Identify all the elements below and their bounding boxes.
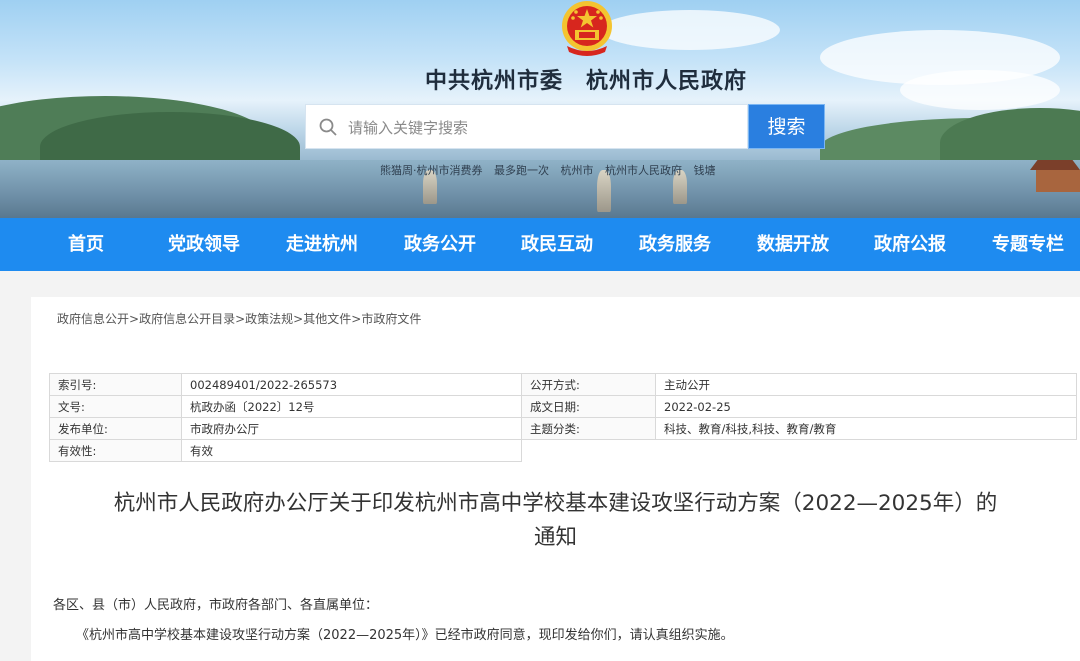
search-box[interactable]: [305, 104, 748, 149]
breadcrumb-separator: >: [235, 312, 246, 326]
document-body-paragraph: 《杭州市高中学校基本建设攻坚行动方案（2022—2025年）》已经市政府同意，现…: [76, 628, 734, 643]
table-row: 发布单位: 市政府办公厅 主题分类: 科技、教育/科技,科技、教育/教育: [49, 417, 1077, 440]
table-row: 有效性: 有效: [49, 439, 1077, 462]
info-value: 杭政办函〔2022〕12号: [181, 395, 522, 418]
nav-item-gazette[interactable]: 政府公报: [874, 218, 946, 271]
info-key: 主题分类:: [521, 417, 656, 440]
document-title-line: 通知: [533, 525, 577, 550]
national-emblem-icon: [562, 1, 612, 56]
info-key: 索引号:: [49, 373, 182, 396]
info-key: 文号:: [49, 395, 182, 418]
hot-links: 熊猫周·杭州市消费券 最多跑一次 杭州市 杭州市人民政府 钱塘: [380, 162, 724, 178]
search-icon: [319, 118, 337, 136]
info-value: 有效: [181, 439, 522, 462]
table-row: 文号: 杭政办函〔2022〕12号 成文日期: 2022-02-25: [49, 395, 1077, 418]
content-panel: 政府信息公开>政府信息公开目录>政策法规>其他文件>市政府文件 索引号: 002…: [31, 297, 1080, 661]
header-banner: 中共杭州市委 杭州市人民政府 搜索 熊猫周·杭州市消费券 最多跑一次 杭州市 杭…: [0, 0, 1080, 218]
breadcrumb-separator: >: [129, 312, 140, 326]
document-info-table: 索引号: 002489401/2022-265573 公开方式: 主动公开 文号…: [49, 373, 1077, 462]
document-title: 杭州市人民政府办公厅关于印发杭州市高中学校基本建设攻坚行动方案（2022—202…: [31, 487, 1080, 555]
info-key: 成文日期:: [521, 395, 656, 418]
nav-item-home[interactable]: 首页: [68, 218, 104, 271]
info-key: 公开方式:: [521, 373, 656, 396]
breadcrumb-item[interactable]: 政策法规: [245, 312, 293, 326]
hot-link[interactable]: 杭州市: [561, 164, 594, 177]
breadcrumb-item[interactable]: 其他文件: [303, 312, 351, 326]
info-key: 发布单位:: [49, 417, 182, 440]
hot-link[interactable]: 杭州市人民政府: [605, 164, 682, 177]
site-title: 中共杭州市委 杭州市人民政府: [424, 68, 747, 94]
document-title-line: 杭州市人民政府办公厅关于印发杭州市高中学校基本建设攻坚行动方案（2022—202…: [113, 491, 998, 516]
info-value: 市政府办公厅: [181, 417, 522, 440]
cloud-decoration: [600, 10, 780, 50]
table-row: 索引号: 002489401/2022-265573 公开方式: 主动公开: [49, 373, 1077, 396]
nav-item-special-topics[interactable]: 专题专栏: [992, 218, 1064, 271]
breadcrumb-separator: >: [293, 312, 304, 326]
hot-link[interactable]: 最多跑一次: [494, 164, 549, 177]
nav-item-interaction[interactable]: 政民互动: [521, 218, 593, 271]
info-value: 主动公开: [655, 373, 1077, 396]
breadcrumb-item[interactable]: 政府信息公开: [57, 312, 129, 326]
info-value: 002489401/2022-265573: [181, 373, 522, 396]
search-button[interactable]: 搜索: [748, 104, 825, 149]
nav-item-leadership[interactable]: 党政领导: [168, 218, 240, 271]
breadcrumb-item[interactable]: 市政府文件: [361, 312, 421, 326]
nav-item-government-affairs[interactable]: 政务公开: [404, 218, 476, 271]
breadcrumb-separator: >: [351, 312, 362, 326]
nav-item-open-data[interactable]: 数据开放: [757, 218, 829, 271]
empty-cell: [521, 439, 656, 462]
hot-link[interactable]: 熊猫周·杭州市消费券: [380, 164, 483, 177]
nav-item-about-hangzhou[interactable]: 走进杭州: [286, 218, 358, 271]
nav-item-services[interactable]: 政务服务: [639, 218, 711, 271]
info-key: 有效性:: [49, 439, 182, 462]
search-input[interactable]: [346, 113, 740, 143]
hot-link[interactable]: 钱塘: [694, 164, 716, 177]
breadcrumb-item[interactable]: 政府信息公开目录: [139, 312, 235, 326]
main-nav: 首页 党政领导 走进杭州 政务公开 政民互动 政务服务 数据开放 政府公报 专题…: [0, 218, 1080, 271]
breadcrumb: 政府信息公开>政府信息公开目录>政策法规>其他文件>市政府文件: [57, 310, 421, 327]
info-value: 2022-02-25: [655, 395, 1077, 418]
info-value: 科技、教育/科技,科技、教育/教育: [655, 417, 1077, 440]
empty-cell: [655, 439, 1077, 462]
document-salutation: 各区、县（市）人民政府，市政府各部门、各直属单位：: [53, 598, 379, 613]
pavilion-boat-decoration: [1030, 160, 1080, 194]
